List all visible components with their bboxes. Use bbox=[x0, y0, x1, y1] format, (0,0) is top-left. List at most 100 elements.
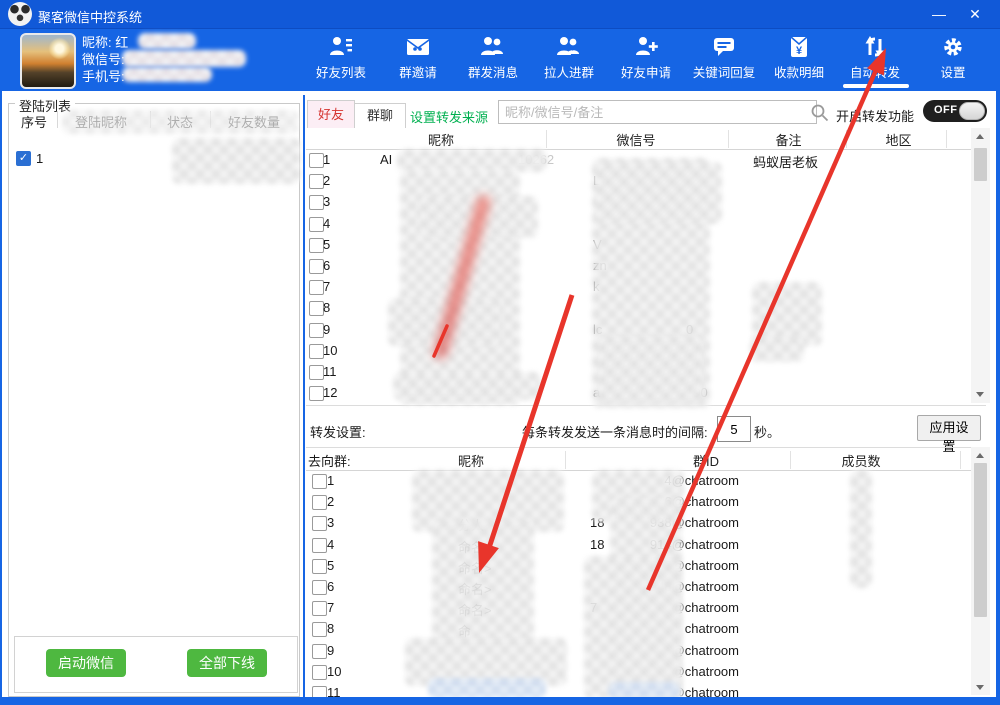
apply-settings-button[interactable]: 应用设置 bbox=[917, 415, 981, 441]
row-checkbox[interactable] bbox=[312, 644, 327, 659]
divider bbox=[946, 130, 947, 148]
forward-toggle-label: 开启转发功能 bbox=[836, 106, 914, 125]
minimize-button[interactable]: — bbox=[928, 3, 950, 25]
scroll-down-icon[interactable] bbox=[976, 392, 984, 397]
svg-text:¥: ¥ bbox=[796, 45, 803, 57]
window-border-left bbox=[0, 90, 2, 705]
divider bbox=[546, 130, 547, 148]
censor-blob bbox=[172, 138, 300, 184]
divider bbox=[728, 130, 729, 148]
row-checkbox[interactable] bbox=[309, 386, 324, 401]
row-checkbox[interactable] bbox=[309, 280, 324, 295]
friend-table-header: 昵称 微信号 备注 地区 bbox=[306, 128, 973, 149]
toolbar-item-auto-forward[interactable]: 自动转发 bbox=[837, 34, 913, 86]
start-wechat-button[interactable]: 启动微信 bbox=[46, 649, 126, 677]
group-table-scrollbar[interactable] bbox=[971, 447, 990, 695]
censor-blob bbox=[122, 67, 212, 82]
row-checkbox[interactable] bbox=[312, 495, 327, 510]
censor-blob bbox=[393, 372, 541, 400]
interval-suffix: 秒。 bbox=[754, 422, 780, 441]
censor-blob bbox=[432, 520, 534, 648]
interval-label: 每条转发发送一条消息时的间隔: bbox=[522, 422, 708, 441]
row-checkbox[interactable] bbox=[309, 153, 324, 168]
col-header-remark: 备注 bbox=[761, 130, 816, 149]
search-icon[interactable] bbox=[810, 103, 830, 123]
row-checkbox[interactable] bbox=[312, 516, 327, 531]
row-checkbox[interactable] bbox=[309, 259, 324, 274]
row-checkbox[interactable] bbox=[312, 601, 327, 616]
row-checkbox[interactable] bbox=[309, 217, 324, 232]
row-checkbox[interactable] bbox=[312, 559, 327, 574]
row-checkbox[interactable] bbox=[309, 344, 324, 359]
scroll-down-icon[interactable] bbox=[976, 685, 984, 690]
window-title: 聚客微信中控系统 bbox=[38, 7, 142, 26]
row-checkbox[interactable] bbox=[309, 238, 324, 253]
col-header-nickname: 昵称 bbox=[406, 130, 476, 149]
row-number: 11 bbox=[323, 364, 337, 379]
group-send-icon bbox=[480, 34, 506, 60]
row-checkbox[interactable] bbox=[312, 665, 327, 680]
settings-gear-icon bbox=[940, 34, 966, 60]
row-checkbox[interactable] bbox=[312, 474, 327, 489]
censor-blob bbox=[598, 336, 702, 404]
row-number: 7 bbox=[327, 600, 334, 615]
nickname-fragment: AI bbox=[380, 152, 392, 167]
row-checkbox[interactable] bbox=[309, 323, 324, 338]
censor-blob bbox=[750, 336, 804, 362]
toolbar-label: 设置 bbox=[915, 62, 991, 81]
toolbar-item-pull-into-group[interactable]: 拉人进群 bbox=[531, 34, 607, 86]
toolbar-item-payment-detail[interactable]: ¥ 收款明细 bbox=[761, 34, 837, 86]
row-checkbox[interactable] bbox=[312, 580, 327, 595]
censor-blob bbox=[428, 678, 546, 698]
nickname-value: 红 bbox=[115, 35, 128, 50]
toolbar-item-settings[interactable]: 设置 bbox=[915, 34, 991, 86]
col-header-region: 地区 bbox=[871, 130, 926, 149]
row-checkbox[interactable] bbox=[309, 195, 324, 210]
row-number: 10 bbox=[327, 664, 341, 679]
tab-groups[interactable]: 群聊 bbox=[354, 103, 406, 128]
friend-table-scrollbar[interactable] bbox=[971, 128, 990, 403]
scrollbar-thumb[interactable] bbox=[974, 463, 987, 617]
censor-blob bbox=[850, 470, 872, 588]
interval-input[interactable] bbox=[717, 416, 751, 442]
close-button[interactable]: ✕ bbox=[964, 3, 986, 25]
scrollbar-thumb[interactable] bbox=[974, 148, 987, 181]
row-number: 5 bbox=[323, 237, 330, 252]
censor-blob bbox=[138, 33, 196, 49]
row-checkbox[interactable] bbox=[312, 622, 327, 637]
toolbar-item-group-send[interactable]: 群发消息 bbox=[455, 34, 531, 86]
col-header-member-count: 成员数 bbox=[826, 451, 896, 470]
col-header-group-id: 群ID bbox=[676, 451, 736, 470]
censor-blob bbox=[596, 162, 722, 224]
scroll-up-icon[interactable] bbox=[976, 134, 984, 139]
row-checkbox[interactable] bbox=[309, 365, 324, 380]
row-checkbox[interactable] bbox=[309, 174, 324, 189]
user-avatar bbox=[20, 33, 76, 89]
remark-text: 蚂蚁居老板 bbox=[753, 152, 818, 171]
toolbar-item-friend-request[interactable]: 好友申请 bbox=[608, 34, 684, 86]
login-row-checkbox[interactable]: ✓ bbox=[16, 151, 31, 166]
toolbar-item-friend-list[interactable]: 好友列表 bbox=[303, 34, 379, 86]
row-number: 4 bbox=[323, 216, 330, 231]
row-number: 2 bbox=[327, 494, 334, 509]
toolbar-item-group-invite[interactable]: 群邀请 bbox=[380, 34, 456, 86]
friend-request-icon bbox=[633, 34, 659, 60]
toolbar-label: 好友列表 bbox=[303, 62, 379, 81]
all-offline-button[interactable]: 全部下线 bbox=[187, 649, 267, 677]
scroll-up-icon[interactable] bbox=[976, 453, 984, 458]
window-border-right bbox=[996, 90, 1000, 705]
panel-divider bbox=[303, 95, 305, 697]
row-number: 6 bbox=[327, 579, 334, 594]
row-checkbox[interactable] bbox=[312, 538, 327, 553]
row-number: 2 bbox=[323, 173, 330, 188]
tab-friends[interactable]: 好友 bbox=[307, 100, 355, 128]
toolbar-item-keyword-reply[interactable]: 关键词回复 bbox=[686, 34, 762, 86]
search-input[interactable] bbox=[498, 100, 817, 124]
col-header-seq: 序号 bbox=[18, 112, 50, 131]
auto-forward-icon bbox=[862, 34, 888, 60]
row-checkbox[interactable] bbox=[309, 301, 324, 316]
censor-blob bbox=[62, 110, 298, 134]
forward-toggle[interactable]: OFF bbox=[923, 100, 987, 122]
set-forward-source-link[interactable]: 设置转发来源 bbox=[410, 107, 488, 126]
row-number: 6 bbox=[323, 258, 330, 273]
